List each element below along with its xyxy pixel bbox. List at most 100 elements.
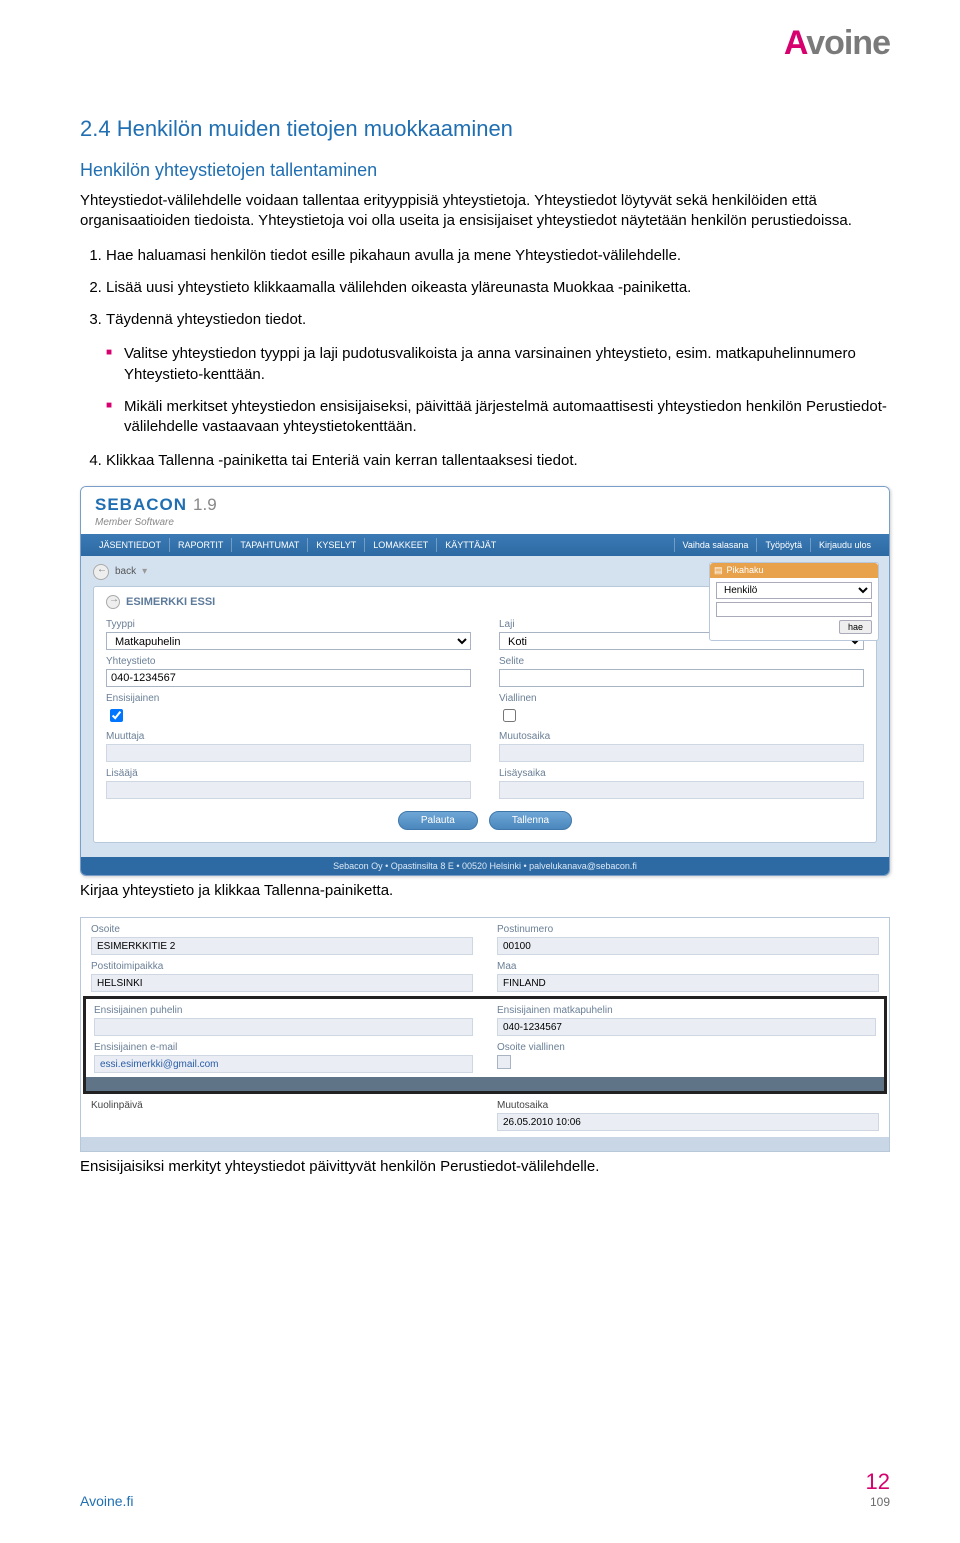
value-osoite: ESIMERKKITIE 2 bbox=[91, 937, 473, 955]
value-ensisijainen-matkapuhelin: 040-1234567 bbox=[497, 1018, 876, 1036]
menu-tapahtumat[interactable]: TAPAHTUMAT bbox=[231, 538, 307, 552]
label-ensisijainen-email: Ensisijainen e-mail bbox=[94, 1042, 473, 1053]
label-lisaaja: Lisääjä bbox=[106, 768, 471, 779]
quick-search-input[interactable] bbox=[716, 602, 872, 617]
app-body: back ▾ ▤Pikahaku Henkilö hae ESIMERKKI E… bbox=[81, 556, 889, 857]
bullet-2: Mikäli merkitset yhteystiedon ensisijais… bbox=[106, 397, 890, 438]
field-selite: Selite bbox=[499, 656, 864, 687]
page-number-big: 12 bbox=[866, 1471, 890, 1493]
tallenna-button[interactable]: Tallenna bbox=[489, 811, 572, 830]
app-subtitle: Member Software bbox=[95, 517, 889, 534]
menu-tyopoyta[interactable]: Työpöytä bbox=[756, 538, 810, 552]
label-maa: Maa bbox=[497, 961, 879, 972]
field-kuolinpaiva: Kuolinpäivä bbox=[91, 1100, 473, 1131]
menu-kirjaudu-ulos[interactable]: Kirjaudu ulos bbox=[810, 538, 879, 552]
panel-end-bar bbox=[81, 1137, 889, 1151]
checkbox-ensisijainen[interactable] bbox=[110, 709, 123, 722]
field-maa: Maa FINLAND bbox=[497, 961, 879, 992]
label-osoite-viallinen: Osoite viallinen bbox=[497, 1042, 876, 1053]
menu-jasentiedot[interactable]: JÄSENTIEDOT bbox=[91, 538, 169, 552]
menu-kyselyt[interactable]: KYSELYT bbox=[307, 538, 364, 552]
back-icon[interactable] bbox=[93, 564, 109, 580]
value-postitoimipaikka: HELSINKI bbox=[91, 974, 473, 992]
select-tyyppi[interactable]: Matkapuhelin bbox=[106, 632, 471, 650]
expand-icon[interactable] bbox=[106, 595, 120, 609]
brand-logo: Avoine bbox=[784, 24, 890, 63]
readonly-muutosaika bbox=[499, 744, 864, 762]
quick-search-header: ▤Pikahaku bbox=[710, 563, 878, 578]
field-ensisijainen-matkapuhelin: Ensisijainen matkapuhelin 040-1234567 bbox=[497, 1005, 876, 1036]
field-osoite: Osoite ESIMERKKITIE 2 bbox=[91, 924, 473, 955]
field-viallinen: Viallinen bbox=[499, 693, 864, 725]
page-number-small: 109 bbox=[870, 1495, 890, 1509]
value-ensisijainen-email: essi.esimerkki@gmail.com bbox=[94, 1055, 473, 1073]
field-postitoimipaikka: Postitoimipaikka HELSINKI bbox=[91, 961, 473, 992]
palauta-button[interactable]: Palauta bbox=[398, 811, 478, 830]
readonly-muuttaja bbox=[106, 744, 471, 762]
label-tyyppi: Tyyppi bbox=[106, 619, 471, 630]
field-tyyppi: Tyyppi Matkapuhelin bbox=[106, 619, 471, 650]
label-muutosaika2: Muutosaika bbox=[497, 1100, 879, 1111]
brand-rest: voine bbox=[806, 24, 890, 62]
menu-raportit[interactable]: RAPORTIT bbox=[169, 538, 231, 552]
field-ensisijainen: Ensisijainen bbox=[106, 693, 471, 725]
quick-search-button[interactable]: hae bbox=[839, 620, 872, 634]
app-header: SEBACON 1.9 bbox=[81, 487, 889, 519]
dark-divider bbox=[86, 1077, 884, 1091]
field-ensisijainen-email: Ensisijainen e-mail essi.esimerkki@gmail… bbox=[94, 1042, 473, 1073]
menubar: JÄSENTIEDOT RAPORTIT TAPAHTUMAT KYSELYT … bbox=[81, 534, 889, 556]
label-kuolinpaiva: Kuolinpäivä bbox=[91, 1100, 473, 1111]
checkbox-viallinen[interactable] bbox=[503, 709, 516, 722]
menu-vaihda-salasana[interactable]: Vaihda salasana bbox=[674, 538, 757, 552]
label-ensisijainen-matkapuhelin: Ensisijainen matkapuhelin bbox=[497, 1005, 876, 1016]
label-selite: Selite bbox=[499, 656, 864, 667]
brand-a: A bbox=[784, 24, 806, 62]
field-muuttaja: Muuttaja bbox=[106, 731, 471, 762]
label-ensisijainen: Ensisijainen bbox=[106, 693, 471, 704]
quick-search-type-select[interactable]: Henkilö bbox=[716, 582, 872, 599]
highlighted-box: Ensisijainen puhelin Ensisijainen matkap… bbox=[83, 996, 887, 1094]
app-name: SEBACON bbox=[95, 495, 187, 515]
label-viallinen: Viallinen bbox=[499, 693, 864, 704]
value-muutosaika2: 26.05.2010 10:06 bbox=[497, 1113, 879, 1131]
steps-list-b: Klikkaa Tallenna -painiketta tai Enteriä… bbox=[80, 451, 890, 471]
footer-site: Avoine.fi bbox=[80, 1493, 133, 1509]
bullet-list: Valitse yhteystiedon tyyppi ja laji pudo… bbox=[80, 344, 890, 437]
label-postitoimipaikka: Postitoimipaikka bbox=[91, 961, 473, 972]
input-yhteystieto[interactable] bbox=[106, 669, 471, 687]
app-footer: Sebacon Oy • Opastinsilta 8 E • 00520 He… bbox=[81, 857, 889, 875]
field-lisaysaika: Lisäysaika bbox=[499, 768, 864, 799]
caption-2: Ensisijaisiksi merkityt yhteystiedot päi… bbox=[80, 1158, 890, 1175]
field-osoite-viallinen: Osoite viallinen bbox=[497, 1042, 876, 1073]
field-muutosaika: Muutosaika bbox=[499, 731, 864, 762]
step-4: Klikkaa Tallenna -painiketta tai Enteriä… bbox=[106, 451, 890, 471]
label-ensisijainen-puhelin: Ensisijainen puhelin bbox=[94, 1005, 473, 1016]
field-muutosaika2: Muutosaika 26.05.2010 10:06 bbox=[497, 1100, 879, 1131]
menu-lomakkeet[interactable]: LOMAKKEET bbox=[364, 538, 436, 552]
footer-page-number: 12 109 bbox=[866, 1471, 890, 1509]
form-grid: Tyyppi Matkapuhelin Laji Koti Yhteystiet… bbox=[106, 619, 864, 799]
value-postinumero: 00100 bbox=[497, 937, 879, 955]
input-selite[interactable] bbox=[499, 669, 864, 687]
page-footer: Avoine.fi 12 109 bbox=[80, 1471, 890, 1509]
field-ensisijainen-puhelin: Ensisijainen puhelin bbox=[94, 1005, 473, 1036]
label-osoite: Osoite bbox=[91, 924, 473, 935]
field-lisaaja: Lisääjä bbox=[106, 768, 471, 799]
label-yhteystieto: Yhteystieto bbox=[106, 656, 471, 667]
value-ensisijainen-puhelin bbox=[94, 1018, 473, 1036]
readonly-lisaaja bbox=[106, 781, 471, 799]
person-name: ESIMERKKI ESSI bbox=[126, 596, 215, 608]
menu-kayttajat[interactable]: KÄYTTÄJÄT bbox=[436, 538, 504, 552]
bullet-1: Valitse yhteystiedon tyyppi ja laji pudo… bbox=[106, 344, 890, 385]
screenshot-sebacon-form: SEBACON 1.9 Member Software JÄSENTIEDOT … bbox=[80, 486, 890, 876]
back-label[interactable]: back bbox=[115, 566, 136, 577]
steps-list-a: Hae haluamasi henkilön tiedot esille pik… bbox=[80, 246, 890, 331]
field-yhteystieto: Yhteystieto bbox=[106, 656, 471, 687]
section-heading: 2.4 Henkilön muiden tietojen muokkaamine… bbox=[80, 116, 890, 142]
caption-1: Kirjaa yhteystieto ja klikkaa Tallenna-p… bbox=[80, 882, 890, 899]
label-postinumero: Postinumero bbox=[497, 924, 879, 935]
intro-paragraph: Yhteystiedot-välilehdelle voidaan tallen… bbox=[80, 191, 890, 232]
value-maa: FINLAND bbox=[497, 974, 879, 992]
label-muutosaika: Muutosaika bbox=[499, 731, 864, 742]
screenshot-perustiedot: Osoite ESIMERKKITIE 2 Postinumero 00100 … bbox=[80, 917, 890, 1152]
